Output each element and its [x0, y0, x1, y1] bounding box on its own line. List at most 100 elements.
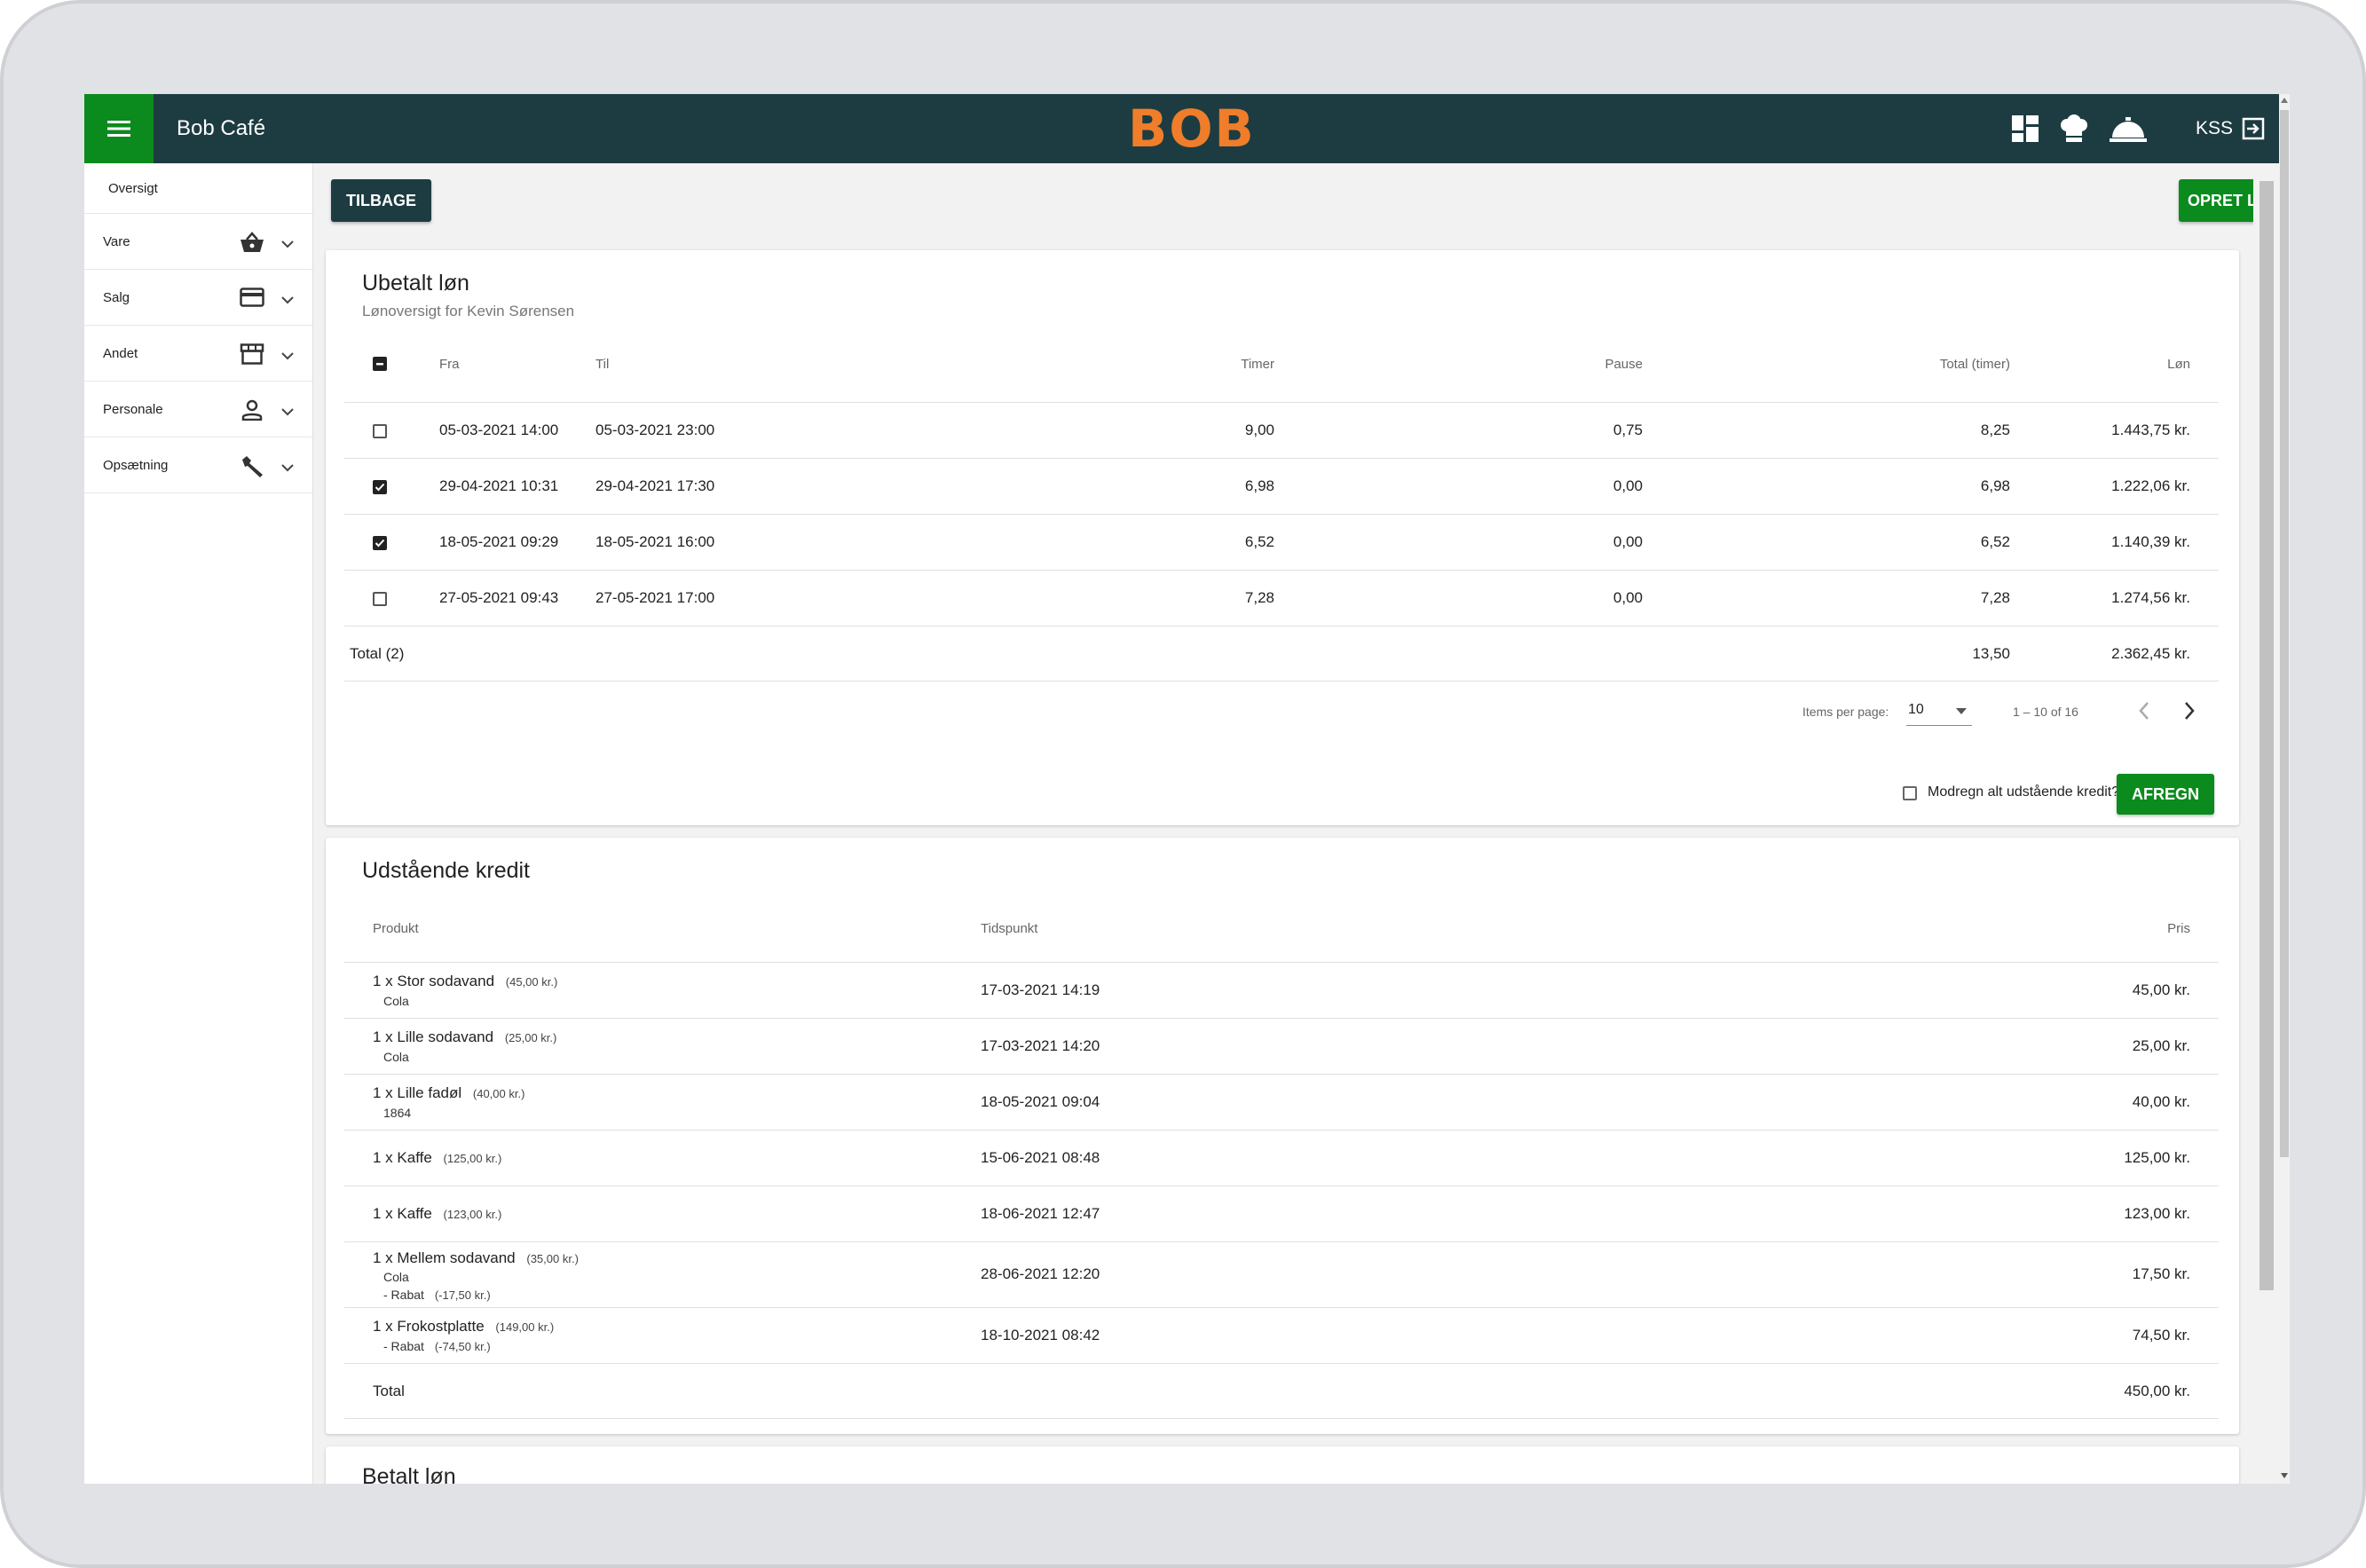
row-checkbox[interactable] — [373, 592, 387, 606]
settle-button[interactable]: AFREGN — [2117, 774, 2214, 815]
dashboard-icon[interactable] — [2011, 114, 2039, 143]
dropdown-arrow-icon — [1956, 708, 1967, 714]
sidebar-item-oversigt[interactable]: Oversigt — [84, 163, 312, 214]
table-row[interactable]: 27-05-2021 09:43 27-05-2021 17:00 7,28 0… — [344, 570, 2219, 626]
row-checkbox[interactable] — [373, 480, 387, 494]
table-row[interactable]: 18-05-2021 09:29 18-05-2021 16:00 6,52 0… — [344, 514, 2219, 570]
col-header-price: Pris — [2167, 921, 2190, 936]
scroll-up-icon[interactable] — [2281, 98, 2288, 103]
chevron-left-icon — [2139, 702, 2149, 720]
col-header-to[interactable]: Til — [595, 357, 609, 372]
chevron-down-icon[interactable] — [281, 237, 294, 252]
chevron-down-icon[interactable] — [281, 461, 294, 476]
table-row: 1 x Kaffe (125,00 kr.) 15-06-2021 08:48 … — [344, 1130, 2219, 1186]
card-subtitle: Lønoversigt for Kevin Sørensen — [362, 303, 575, 319]
sidebar-item-label: Andet — [103, 345, 138, 361]
top-bar: Bob Café BOB KSS — [84, 94, 2290, 163]
unit-price: (45,00 kr.) — [505, 975, 558, 989]
total-label: Total — [373, 1383, 405, 1399]
product-variant: Cola — [383, 1050, 409, 1064]
scrollbar-thumb[interactable] — [2280, 110, 2289, 1157]
row-checkbox[interactable] — [373, 424, 387, 438]
items-per-page-label: Items per page: — [1802, 705, 1889, 719]
outstanding-credit-card: Udstående kredit Produkt Tidspunkt Pris … — [326, 838, 2239, 1434]
col-header-hours[interactable]: Timer — [1241, 357, 1274, 372]
basket-icon — [240, 232, 264, 256]
cell-price: 17,50 kr. — [2132, 1265, 2190, 1282]
menu-button[interactable] — [84, 94, 154, 163]
select-all-checkbox[interactable] — [373, 357, 387, 371]
sidebar-item-salg[interactable]: Salg — [84, 270, 312, 326]
cell-time: 15-06-2021 08:48 — [981, 1149, 1100, 1166]
col-header-from[interactable]: Fra — [439, 357, 460, 372]
table-total-row: Total (2) 13,50 2.362,45 kr. — [344, 626, 2219, 682]
table-row: 1 x Kaffe (123,00 kr.) 18-06-2021 12:47 … — [344, 1186, 2219, 1241]
card-title: Ubetalt løn — [362, 271, 469, 295]
row-checkbox[interactable] — [373, 536, 387, 550]
page-scrollbar[interactable] — [2279, 94, 2290, 1484]
logout-icon[interactable] — [2242, 117, 2265, 140]
product-name: 1 x Stor sodavand — [373, 973, 495, 989]
offset-credit-label[interactable]: Modregn alt udstående kredit? — [1928, 784, 2119, 800]
cell-total: 6,52 — [1980, 533, 2010, 550]
pagination-range: 1 – 10 of 16 — [2013, 705, 2078, 719]
cell-time: 18-06-2021 12:47 — [981, 1205, 1100, 1222]
chevron-down-icon[interactable] — [281, 293, 294, 308]
prev-page-button[interactable] — [2138, 701, 2150, 725]
cell-price: 40,00 kr. — [2132, 1093, 2190, 1110]
product-variant: Cola — [383, 1270, 409, 1284]
product-variant: 1864 — [383, 1106, 412, 1120]
product-name: 1 x Lille sodavand — [373, 1028, 494, 1045]
cell-from: 27-05-2021 09:43 — [439, 589, 559, 606]
cell-pause: 0,00 — [1613, 477, 1643, 494]
sidebar-item-label: Personale — [103, 401, 163, 417]
next-page-button[interactable] — [2183, 701, 2196, 725]
cell-total: 8,25 — [1980, 422, 2010, 438]
chevron-down-icon[interactable] — [281, 405, 294, 420]
back-button[interactable]: TILBAGE — [331, 179, 431, 222]
product-name: 1 x Mellem sodavand — [373, 1249, 516, 1266]
scrollbar-thumb[interactable] — [2260, 181, 2274, 1290]
total-hours: 13,50 — [1972, 645, 2010, 662]
sidebar-item-andet[interactable]: Andet — [84, 326, 312, 382]
user-menu[interactable]: KSS — [2196, 94, 2265, 163]
table-total-row: Total 450,00 kr. — [344, 1363, 2219, 1419]
table-row[interactable]: 05-03-2021 14:00 05-03-2021 23:00 9,00 0… — [344, 402, 2219, 458]
sidebar-item-personale[interactable]: Personale — [84, 382, 312, 437]
offset-credit-checkbox[interactable] — [1903, 786, 1917, 800]
user-initials: KSS — [2195, 118, 2233, 138]
cell-pause: 0,75 — [1613, 422, 1643, 438]
product-name: 1 x Frokostplatte — [373, 1318, 485, 1335]
chef-hat-icon[interactable] — [2059, 114, 2089, 143]
total-price: 450,00 kr. — [2124, 1383, 2190, 1399]
cell-from: 18-05-2021 09:29 — [439, 533, 559, 550]
items-per-page-select[interactable]: 10 — [1906, 698, 1972, 726]
cell-time: 28-06-2021 12:20 — [981, 1265, 1100, 1282]
discount-label: - Rabat — [383, 1288, 424, 1302]
unit-price: (149,00 kr.) — [495, 1320, 555, 1334]
table-row: 1 x Stor sodavand (45,00 kr.) Cola 17-03… — [344, 962, 2219, 1018]
col-header-pause[interactable]: Pause — [1605, 357, 1643, 372]
cell-price: 45,00 kr. — [2132, 981, 2190, 998]
product-variant: Cola — [383, 994, 409, 1008]
cell-wage: 1.443,75 kr. — [2111, 422, 2190, 438]
app-title: Bob Café — [177, 116, 266, 140]
sidebar-item-label: Vare — [103, 233, 130, 249]
paid-wages-card: Betalt løn — [326, 1446, 2239, 1484]
col-header-product: Produkt — [373, 921, 419, 936]
sidebar-item-opsaetning[interactable]: Opsætning — [84, 437, 312, 493]
cell-wage: 1.222,06 kr. — [2111, 477, 2190, 494]
service-bell-icon[interactable] — [2109, 114, 2148, 143]
sidebar-item-vare[interactable]: Vare — [84, 214, 312, 270]
cell-from: 05-03-2021 14:00 — [439, 422, 559, 438]
cell-price: 123,00 kr. — [2124, 1205, 2190, 1222]
table-row[interactable]: 29-04-2021 10:31 29-04-2021 17:30 6,98 0… — [344, 458, 2219, 514]
unit-price: (123,00 kr.) — [443, 1208, 502, 1221]
cell-time: 18-10-2021 08:42 — [981, 1327, 1100, 1343]
col-header-total[interactable]: Total (timer) — [1940, 357, 2010, 372]
scroll-down-icon[interactable] — [2281, 1473, 2288, 1478]
bob-logo[interactable]: BOB — [1128, 94, 1256, 163]
cell-price: 74,50 kr. — [2132, 1327, 2190, 1343]
col-header-wage[interactable]: Løn — [2167, 357, 2190, 372]
chevron-down-icon[interactable] — [281, 349, 294, 364]
